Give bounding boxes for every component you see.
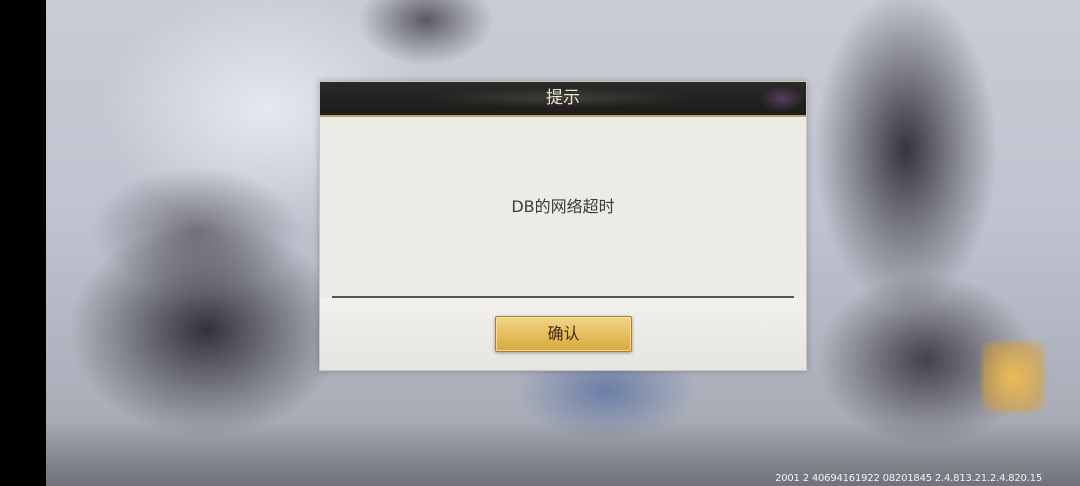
dialog-header: 提示 xyxy=(320,82,806,117)
confirm-button[interactable]: 确认 xyxy=(495,316,632,352)
version-info: 2001 2 40694161922 08201845 2.4.813.21.2… xyxy=(775,473,1042,484)
game-screen: 提示 DB的网络超时 确认 2001 2 40694161922 0820184… xyxy=(0,0,1080,486)
side-menu-button[interactable] xyxy=(982,342,1044,412)
dialog-message: DB的网络超时 xyxy=(511,197,615,216)
dialog-title: 提示 xyxy=(546,88,580,108)
dialog-divider xyxy=(332,296,794,298)
alert-dialog: 提示 DB的网络超时 确认 xyxy=(319,81,807,371)
left-black-bar xyxy=(0,0,46,486)
